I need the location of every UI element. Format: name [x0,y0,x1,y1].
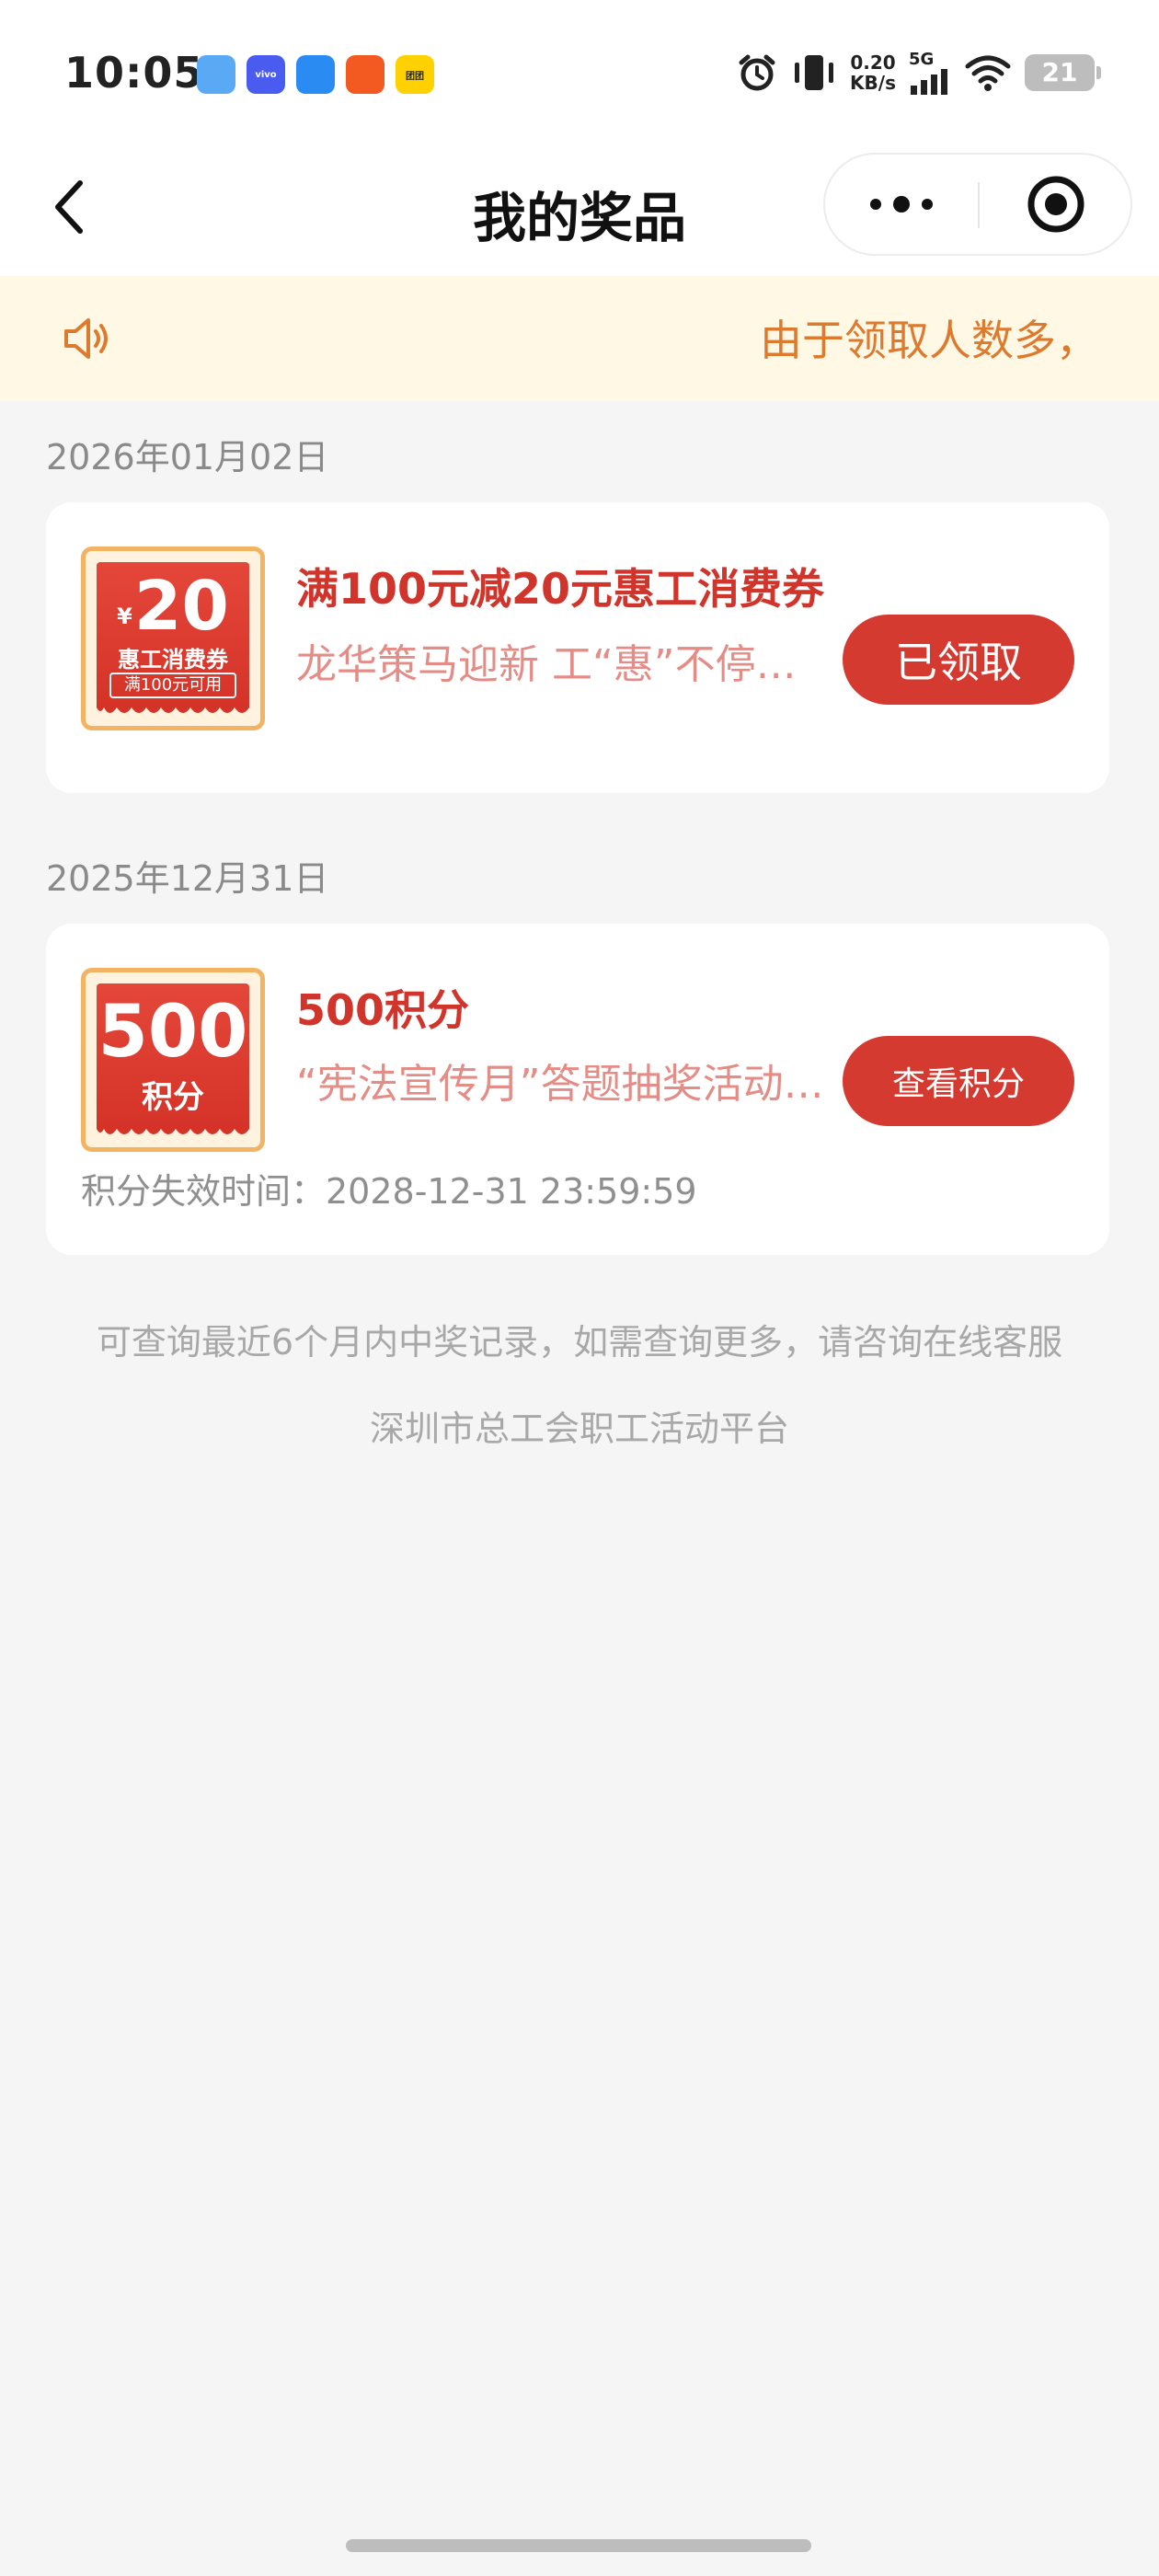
prize-description: 龙华策马迎新 工“惠”不停… [296,641,797,688]
points-badge: 500 积分 [81,968,265,1152]
prize-date: 2025年12月31日 [46,858,329,899]
coupon-badge: ¥20 惠工消费券 满100元可用 [81,546,265,730]
notification-app-icons: vivo 团团 [197,55,434,94]
notice-bar: 由于领取人数多， [0,276,1159,401]
meituan-app-icon: 团团 [396,55,434,94]
notice-text: 由于领取人数多， [760,316,1098,365]
network-speed-value: 0.20 [850,51,896,74]
navigation-bar: 我的奖品 [0,147,1159,276]
coupon-condition: 满100元可用 [109,673,236,698]
prize-page: 10:05 vivo 团团 0.20 KB/s 5G 21 我的奖品 由于领取人… [0,0,1159,2576]
coupon-amount: ¥20 [97,571,249,651]
prize-card-coupon[interactable]: ¥20 惠工消费券 满100元可用 满100元减20元惠工消费券 龙华策马迎新 … [46,502,1109,793]
assistant-app-icon [197,55,235,94]
network-speed: 0.20 KB/s [850,52,896,93]
status-bar: 10:05 vivo 团团 0.20 KB/s 5G 21 [0,0,1159,147]
prize-title: 满100元减20元惠工消费券 [296,564,825,614]
target-icon [1027,176,1084,233]
home-indicator[interactable] [346,2539,811,2552]
message-app-icon [296,55,335,94]
kuaishou-app-icon [346,55,384,94]
close-miniprogram-button[interactable] [980,155,1132,254]
points-wave-edge [97,1123,249,1134]
more-dots-icon [870,196,933,213]
view-points-button[interactable]: 查看积分 [843,1036,1074,1126]
vibrate-icon [795,54,834,90]
coupon-amount-value: 20 [133,567,229,646]
coupon-wave-edge [97,702,249,713]
coupon-badge-face: ¥20 惠工消费券 满100元可用 [97,562,249,707]
speaker-icon [64,318,108,359]
wifi-icon [965,55,1011,91]
claimed-button[interactable]: 已领取 [843,615,1074,705]
network-speed-unit: KB/s [850,71,896,94]
coupon-currency: ¥ [117,604,132,629]
more-button[interactable] [825,155,978,254]
points-badge-face: 500 积分 [97,983,249,1129]
battery-icon: 21 [1025,53,1101,91]
coupon-name: 惠工消费券 [118,647,228,673]
points-expire-time: 积分失效时间：2028-12-31 23:59:59 [81,1171,697,1212]
prize-title: 500积分 [296,985,470,1035]
battery-level: 21 [1041,57,1078,87]
prize-description: “宪法宣传月”答题抽奖活动… [296,1061,824,1108]
prize-card-points[interactable]: 500 积分 500积分 “宪法宣传月”答题抽奖活动… 查看积分 积分失效时间：… [46,924,1109,1255]
prize-date: 2026年01月02日 [46,437,329,477]
system-icons: 0.20 KB/s 5G 21 [736,50,1101,95]
points-amount: 500 [98,991,248,1074]
platform-name: 深圳市总工会职工活动平台 [369,1409,789,1449]
miniprogram-capsule [823,153,1132,256]
network-type: 5G [909,50,935,69]
points-unit: 积分 [142,1079,204,1116]
record-range-note: 可查询最近6个月内中奖记录，如需查询更多，请咨询在线客服 [96,1322,1063,1363]
cellular-signal: 5G [909,50,951,95]
vivo-app-icon: vivo [247,55,285,94]
signal-icon [911,69,947,95]
status-time: 10:05 [64,48,204,98]
alarm-icon [739,54,775,90]
